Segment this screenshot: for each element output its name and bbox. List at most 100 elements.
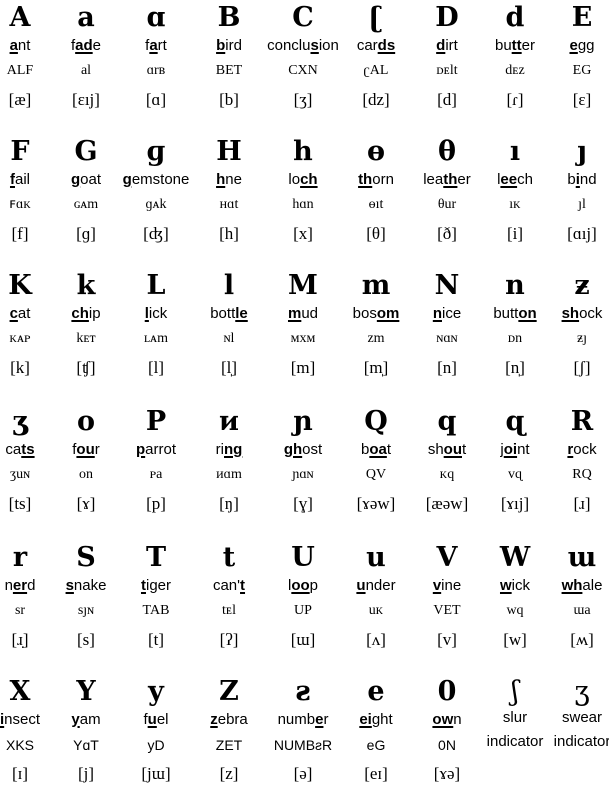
letter-glyph: n xyxy=(505,270,525,301)
word-highlight: u xyxy=(147,711,157,728)
ipa-value: [ɡ] xyxy=(76,224,96,243)
letter-glyph: ʃ xyxy=(511,676,519,707)
word-prefix: numb xyxy=(277,711,316,728)
ipa-value: [ɣ] xyxy=(293,494,313,513)
word-highlight: le xyxy=(235,305,248,322)
ipa-value: [n] xyxy=(437,358,457,377)
ipa-value: [w] xyxy=(503,630,527,649)
letter-name: ʜɑt xyxy=(219,197,239,212)
letter-name: ɑrʙ xyxy=(146,63,166,78)
letter-glyph: Q xyxy=(364,406,388,437)
ipa-value: [ɤıj] xyxy=(500,494,530,513)
word-suffix: am xyxy=(79,711,101,728)
word-suffix: ick xyxy=(148,305,168,322)
letter-name: UP xyxy=(294,603,312,618)
word-highlight: g xyxy=(70,171,81,188)
word-highlight: sh xyxy=(561,305,580,322)
letter-glyph: N xyxy=(434,270,460,301)
letter-name: indicator xyxy=(553,733,609,750)
example-word: tiger xyxy=(114,576,198,596)
word-highlight: c xyxy=(9,305,18,322)
ipa-value: [ʔ] xyxy=(219,630,239,649)
word-highlight: a xyxy=(149,37,158,54)
ipa-value: [ɤə] xyxy=(433,764,461,783)
letter-glyph: T xyxy=(145,542,167,573)
ipa-value: [l] xyxy=(147,358,165,377)
letter-glyph: e xyxy=(367,676,385,707)
word-suffix: ebra xyxy=(217,711,248,728)
letter-glyph: R xyxy=(570,406,594,437)
letter-glyph: t xyxy=(222,542,236,573)
ipa-value: [i] xyxy=(506,224,524,243)
letter-glyph: U xyxy=(291,542,315,573)
letter-name: ᴍxᴍ xyxy=(290,331,316,346)
example-word: zebra xyxy=(187,710,271,730)
word-suffix: nake xyxy=(73,577,107,594)
letter-glyph: d xyxy=(505,2,525,33)
word-suffix: nd xyxy=(579,171,597,188)
word-suffix: orn xyxy=(372,171,394,188)
example-word: egg xyxy=(540,36,609,56)
example-word: can't xyxy=(187,576,271,596)
ipa-value: [ð] xyxy=(437,224,457,243)
word-highlight: m xyxy=(287,305,302,322)
word-suffix: p xyxy=(309,577,318,594)
ipa-value: [jɯ] xyxy=(141,764,171,783)
ipa-value: [x] xyxy=(293,224,313,243)
word-suffix: at xyxy=(17,305,31,322)
ipa-value: [b] xyxy=(219,90,239,109)
word-highlight: er xyxy=(12,577,28,594)
ipa-value: [ɛıj] xyxy=(72,90,100,109)
letter-glyph: F xyxy=(10,136,30,167)
word-suffix: ght xyxy=(371,711,393,728)
example-word: lick xyxy=(114,304,198,324)
word-highlight: th xyxy=(443,171,458,188)
letter-name: NUMBƨR xyxy=(273,737,333,753)
example-word: swear xyxy=(540,708,609,728)
letter-glyph: l xyxy=(223,270,235,301)
word-highlight: ad xyxy=(75,37,93,54)
word-prefix: ca xyxy=(5,441,22,458)
example-word: bind xyxy=(540,170,609,190)
letter-name: hɑn xyxy=(292,197,314,212)
letter-name: ʟᴀm xyxy=(144,331,168,346)
letter-glyph: q xyxy=(437,406,457,437)
example-word: bottle xyxy=(187,304,271,324)
example-word: conclusion xyxy=(261,36,345,56)
word-prefix: car xyxy=(356,37,378,54)
letter-name: ɡᴀk xyxy=(145,197,167,212)
word-prefix: swear xyxy=(561,709,602,726)
ipa-value: [ʧ] xyxy=(76,358,96,377)
letter-name: RQ xyxy=(572,467,592,482)
example-word: bird xyxy=(187,36,271,56)
ipa-value: [ʃ] xyxy=(573,358,591,377)
letter-glyph: V xyxy=(436,542,458,573)
ipa-value: [l̩] xyxy=(220,358,238,377)
word-prefix: bos xyxy=(352,305,377,322)
letter-name: ɯa xyxy=(573,603,591,618)
letter-glyph: A xyxy=(9,2,31,33)
ipa-value: [ts] xyxy=(8,494,32,513)
ipa-value: [ɑıj] xyxy=(567,224,597,243)
word-prefix: ri xyxy=(215,441,224,458)
example-word: number xyxy=(261,710,345,730)
ipa-value: [ɪ] xyxy=(11,764,29,783)
letter-glyph: θ xyxy=(437,136,456,167)
letter-glyph: y xyxy=(148,676,164,707)
ipa-value: [t] xyxy=(147,630,165,649)
letter-glyph: E xyxy=(571,2,593,33)
example-word: hne xyxy=(187,170,271,190)
letter-glyph: ɯ xyxy=(567,542,597,573)
ipa-value: [dz] xyxy=(362,90,390,109)
letter-name: yD xyxy=(147,737,165,753)
ipa-value: [m̩] xyxy=(363,358,389,377)
word-suffix: r xyxy=(323,711,329,728)
word-suffix: nder xyxy=(365,577,396,594)
letter-glyph: m xyxy=(361,270,391,301)
example-word: mud xyxy=(261,304,345,324)
ipa-value: [n̩] xyxy=(505,358,525,377)
ipa-value: [ʌ] xyxy=(366,630,386,649)
word-suffix: ine xyxy=(441,577,462,594)
ipa-value: [ɹ̣] xyxy=(11,630,29,649)
ipa-value: [j] xyxy=(77,764,95,783)
